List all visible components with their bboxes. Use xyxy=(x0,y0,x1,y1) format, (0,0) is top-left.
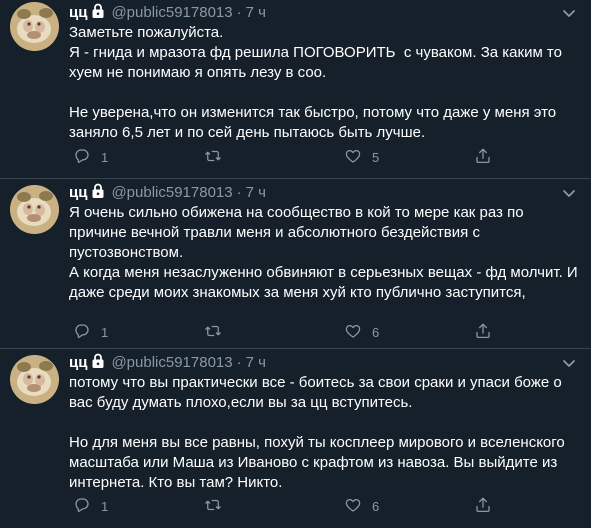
retweet-icon xyxy=(204,496,222,517)
tweet-header: цц @public59178013 · 7 ч xyxy=(69,352,579,372)
heart-icon xyxy=(344,147,362,168)
chevron-down-icon[interactable] xyxy=(559,183,579,203)
chevron-down-icon[interactable] xyxy=(559,353,579,373)
like-button[interactable]: 6 xyxy=(344,496,379,516)
share-icon xyxy=(474,322,492,343)
lock-icon xyxy=(91,353,105,369)
retweet-button[interactable] xyxy=(204,147,232,167)
heart-icon xyxy=(344,322,362,343)
reply-icon xyxy=(73,147,91,168)
reply-icon xyxy=(73,496,91,517)
user-handle[interactable]: @public59178013 xyxy=(111,4,232,21)
like-count: 5 xyxy=(372,149,380,165)
separator: · xyxy=(236,183,242,201)
like-count: 6 xyxy=(372,498,380,514)
timestamp[interactable]: 7 ч xyxy=(246,184,266,201)
reply-button[interactable]: 1 xyxy=(73,147,108,167)
retweet-button[interactable] xyxy=(204,496,232,516)
like-button[interactable]: 5 xyxy=(344,147,379,167)
avatar[interactable] xyxy=(10,355,59,404)
tweet-text: Заметьте пожалуйста. Я - гнида и мразота… xyxy=(69,24,562,141)
timestamp[interactable]: 7 ч xyxy=(246,354,266,371)
like-button[interactable]: 6 xyxy=(344,322,379,342)
like-count: 6 xyxy=(372,324,380,340)
reply-count: 1 xyxy=(101,149,109,165)
chevron-down-icon[interactable] xyxy=(559,3,579,23)
timeline: цц @public59178013 · 7 ч Заметьте пожалу… xyxy=(0,0,591,528)
lock-icon xyxy=(91,183,105,199)
separator: · xyxy=(236,3,242,21)
reply-button[interactable]: 1 xyxy=(73,496,108,516)
share-icon xyxy=(474,496,492,517)
reply-icon xyxy=(73,322,91,343)
heart-icon xyxy=(344,496,362,517)
tweet[interactable]: цц @public59178013 · 7 ч Я очень сильно … xyxy=(0,179,591,349)
tweet-actions: 1 5 xyxy=(69,147,591,167)
retweet-button[interactable] xyxy=(204,322,232,342)
display-name[interactable]: цц xyxy=(69,184,87,201)
tweet-header: цц @public59178013 · 7 ч xyxy=(69,2,579,22)
share-icon xyxy=(474,147,492,168)
display-name[interactable]: цц xyxy=(69,354,87,371)
tweet-header: цц @public59178013 · 7 ч xyxy=(69,182,579,202)
retweet-icon xyxy=(204,147,222,168)
tweet[interactable]: цц @public59178013 · 7 ч потому что вы п… xyxy=(0,349,591,528)
separator: · xyxy=(236,353,242,371)
tweet-actions: 1 6 xyxy=(69,322,591,342)
reply-count: 1 xyxy=(101,324,109,340)
lock-icon xyxy=(91,3,105,19)
display-name[interactable]: цц xyxy=(69,4,87,21)
reply-count: 1 xyxy=(101,498,109,514)
share-button[interactable] xyxy=(474,496,492,516)
user-handle[interactable]: @public59178013 xyxy=(111,354,232,371)
tweet-actions: 1 6 xyxy=(69,496,591,516)
retweet-icon xyxy=(204,322,222,343)
tweet[interactable]: цц @public59178013 · 7 ч Заметьте пожалу… xyxy=(0,0,591,179)
tweet-text: потому что вы практически все - боитесь … xyxy=(69,374,565,491)
reply-button[interactable]: 1 xyxy=(73,322,108,342)
tweet-text: Я очень сильно обижена на сообщество в к… xyxy=(69,204,578,301)
avatar[interactable] xyxy=(10,185,59,234)
share-button[interactable] xyxy=(474,147,492,167)
avatar[interactable] xyxy=(10,2,59,51)
user-handle[interactable]: @public59178013 xyxy=(111,184,232,201)
timestamp[interactable]: 7 ч xyxy=(246,4,266,21)
share-button[interactable] xyxy=(474,322,492,342)
